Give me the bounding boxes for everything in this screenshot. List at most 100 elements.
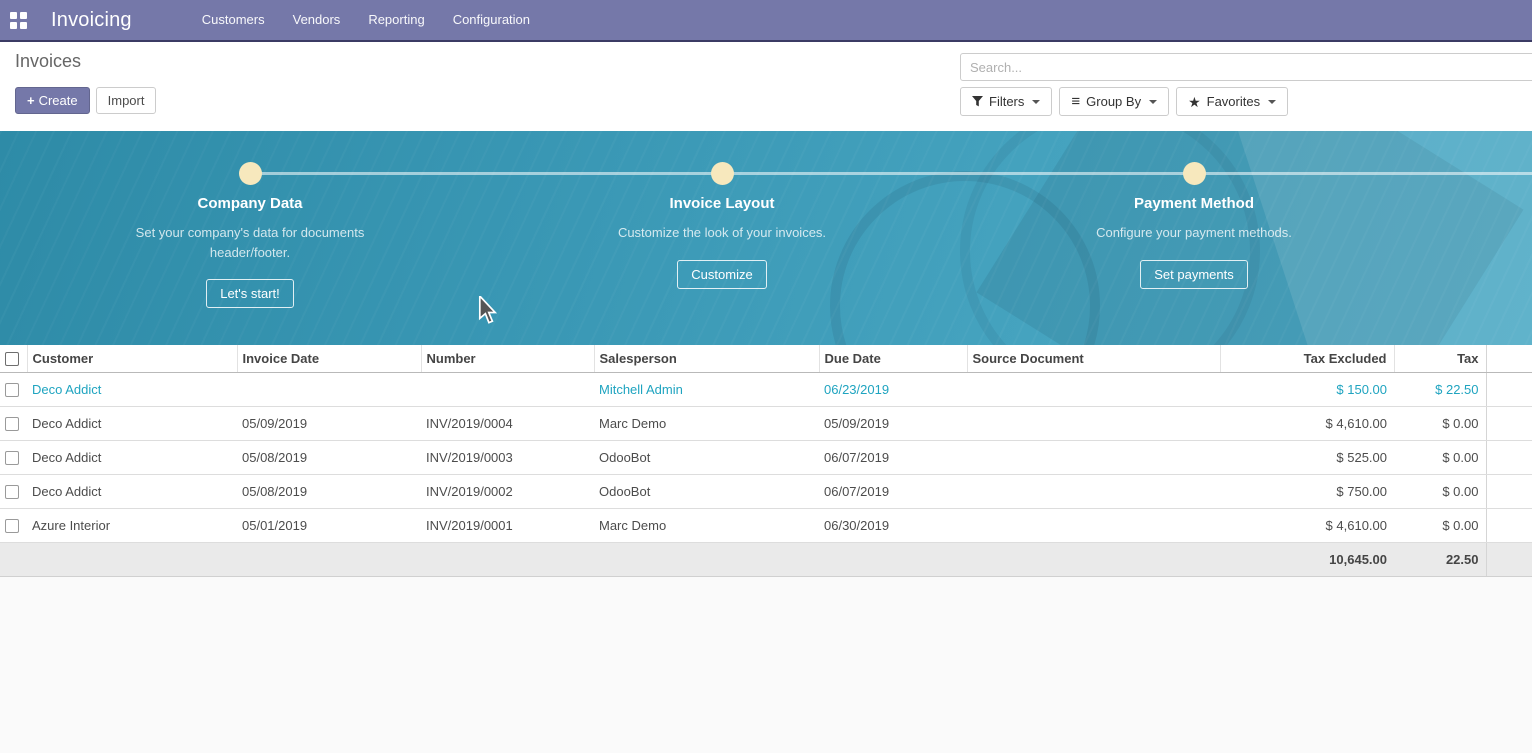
cell-source-document (967, 508, 1220, 542)
row-checkbox[interactable] (5, 451, 19, 465)
cell-tax-excluded: $ 525.00 (1220, 440, 1394, 474)
set-payments-button[interactable]: Set payments (1140, 260, 1248, 289)
onboarding-step-company-data: Company Data Set your company's data for… (100, 195, 400, 308)
cell-tax-excluded: $ 4,610.00 (1220, 406, 1394, 440)
select-all-cell (0, 345, 27, 372)
column-header-tax[interactable]: Tax (1394, 345, 1486, 372)
caret-down-icon (1032, 100, 1040, 104)
cell-number: INV/2019/0002 (421, 474, 594, 508)
step-title: Payment Method (1044, 195, 1344, 212)
search-input[interactable] (960, 53, 1532, 81)
cell-source-document (967, 406, 1220, 440)
action-buttons: +Create Import (15, 87, 156, 114)
step-title: Invoice Layout (572, 195, 872, 212)
cell-invoice-date: 05/09/2019 (237, 406, 421, 440)
cell-salesperson: OdooBot (594, 474, 819, 508)
import-button[interactable]: Import (96, 87, 157, 114)
star-icon: ★ (1188, 95, 1201, 109)
cell-due-date: 06/23/2019 (819, 372, 967, 406)
table-row[interactable]: Deco Addict 05/08/2019 INV/2019/0003 Odo… (0, 440, 1532, 474)
caret-down-icon (1268, 100, 1276, 104)
total-tax-excluded: 10,645.00 (1220, 542, 1394, 576)
cell-tax: $ 22.50 (1394, 372, 1486, 406)
invoices-table: Customer Invoice Date Number Salesperson… (0, 345, 1532, 577)
cell-salesperson: Marc Demo (594, 508, 819, 542)
cell-source-document (967, 372, 1220, 406)
caret-down-icon (1149, 100, 1157, 104)
cell-tax: $ 0.00 (1394, 508, 1486, 542)
table-row[interactable]: Deco Addict 05/09/2019 INV/2019/0004 Mar… (0, 406, 1532, 440)
customize-button[interactable]: Customize (677, 260, 766, 289)
cell-customer: Deco Addict (27, 440, 237, 474)
row-checkbox[interactable] (5, 519, 19, 533)
create-button[interactable]: +Create (15, 87, 90, 114)
cell-due-date: 06/07/2019 (819, 440, 967, 474)
cell-customer: Azure Interior (27, 508, 237, 542)
step-description: Set your company's data for documents he… (134, 223, 366, 262)
row-checkbox[interactable] (5, 417, 19, 431)
menu-configuration[interactable]: Configuration (439, 0, 544, 40)
app-switcher-icon[interactable] (10, 12, 27, 29)
column-header-due-date[interactable]: Due Date (819, 345, 967, 372)
search-options: Filters ≡ Group By ★ Favorites (960, 87, 1288, 116)
cell-salesperson: Mitchell Admin (594, 372, 819, 406)
totals-row: 10,645.00 22.50 (0, 542, 1532, 576)
progress-line (250, 172, 1532, 175)
column-header-customer[interactable]: Customer (27, 345, 237, 372)
column-header-invoice-date[interactable]: Invoice Date (237, 345, 421, 372)
filters-button[interactable]: Filters (960, 87, 1052, 116)
total-tax: 22.50 (1394, 542, 1486, 576)
table-row[interactable]: Deco Addict 05/08/2019 INV/2019/0002 Odo… (0, 474, 1532, 508)
cell-customer: Deco Addict (27, 406, 237, 440)
column-header-tax-excluded[interactable]: Tax Excluded (1220, 345, 1394, 372)
cell-invoice-date: 05/08/2019 (237, 474, 421, 508)
control-panel: Invoices +Create Import Filters ≡ Group … (0, 42, 1532, 131)
cell-tax: $ 0.00 (1394, 440, 1486, 474)
step-description: Configure your payment methods. (1078, 223, 1310, 243)
onboarding-banner: Company Data Set your company's data for… (0, 131, 1532, 345)
table-row[interactable]: Azure Interior 05/01/2019 INV/2019/0001 … (0, 508, 1532, 542)
table-header-row: Customer Invoice Date Number Salesperson… (0, 345, 1532, 372)
menu-vendors[interactable]: Vendors (279, 0, 355, 40)
cell-tax: $ 0.00 (1394, 474, 1486, 508)
cell-tax-excluded: $ 750.00 (1220, 474, 1394, 508)
cell-due-date: 05/09/2019 (819, 406, 967, 440)
step-circle (1183, 162, 1206, 185)
table-row[interactable]: Deco Addict Mitchell Admin 06/23/2019 $ … (0, 372, 1532, 406)
row-checkbox[interactable] (5, 485, 19, 499)
cell-number: INV/2019/0003 (421, 440, 594, 474)
lines-icon: ≡ (1071, 94, 1080, 109)
column-header-number[interactable]: Number (421, 345, 594, 372)
cell-tax: $ 0.00 (1394, 406, 1486, 440)
menu-reporting[interactable]: Reporting (354, 0, 438, 40)
column-header-salesperson[interactable]: Salesperson (594, 345, 819, 372)
step-description: Customize the look of your invoices. (606, 223, 838, 243)
app-name[interactable]: Invoicing (51, 9, 132, 32)
row-checkbox[interactable] (5, 383, 19, 397)
select-all-checkbox[interactable] (5, 352, 19, 366)
lets-start-button[interactable]: Let's start! (206, 279, 294, 308)
menu-customers[interactable]: Customers (188, 0, 279, 40)
cell-salesperson: OdooBot (594, 440, 819, 474)
cell-source-document (967, 440, 1220, 474)
column-header-stub (1486, 345, 1532, 372)
cell-source-document (967, 474, 1220, 508)
group-by-button[interactable]: ≡ Group By (1059, 87, 1169, 116)
funnel-icon (972, 96, 983, 107)
step-circle (239, 162, 262, 185)
page-title: Invoices (15, 51, 81, 72)
cell-tax-excluded: $ 150.00 (1220, 372, 1394, 406)
cell-salesperson: Marc Demo (594, 406, 819, 440)
column-header-source-document[interactable]: Source Document (967, 345, 1220, 372)
cell-customer: Deco Addict (27, 372, 237, 406)
cell-customer: Deco Addict (27, 474, 237, 508)
favorites-button[interactable]: ★ Favorites (1176, 87, 1288, 116)
cell-invoice-date: 05/01/2019 (237, 508, 421, 542)
cell-due-date: 06/30/2019 (819, 508, 967, 542)
cell-number (421, 372, 594, 406)
cell-due-date: 06/07/2019 (819, 474, 967, 508)
onboarding-step-payment-method: Payment Method Configure your payment me… (1044, 195, 1344, 289)
plus-icon: + (27, 93, 35, 108)
cell-tax-excluded: $ 4,610.00 (1220, 508, 1394, 542)
cell-number: INV/2019/0004 (421, 406, 594, 440)
